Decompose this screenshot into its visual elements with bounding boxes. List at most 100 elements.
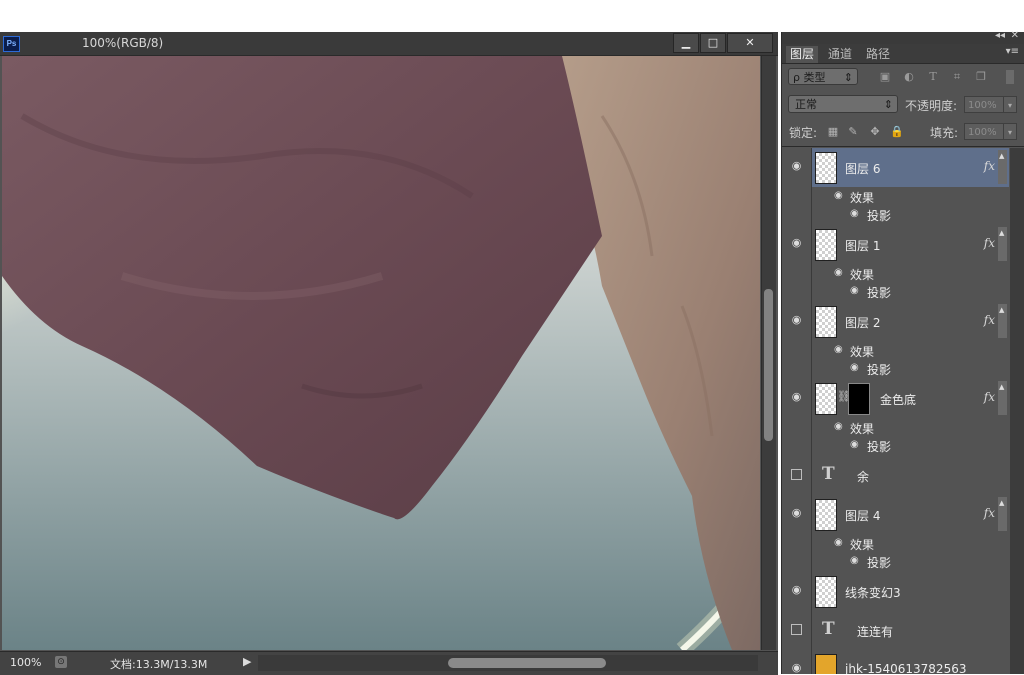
tab-layers[interactable]: 图层 (786, 46, 819, 63)
effects-eye-icon[interactable]: ◉ (834, 421, 843, 432)
effects-label: 效果 (850, 538, 875, 552)
layers-scrollbar[interactable] (1010, 148, 1024, 674)
vertical-scrollbar[interactable] (761, 56, 776, 650)
type-icon[interactable]: T (926, 70, 940, 83)
layer-name[interactable]: 金色底 (880, 391, 916, 408)
status-menu-arrow-icon[interactable]: ▶ (243, 655, 251, 668)
effect-drop-shadow[interactable]: 投影 (867, 554, 891, 571)
fill-dropdown-icon[interactable]: ▾ (1003, 123, 1017, 140)
layer-name[interactable]: 图层 4 (845, 507, 880, 524)
layers-list: ◉ 图层 6 fx ◉ 效果 ◉ 投影 ◉ 图层 1 fx ◉ 效果 ◉ (782, 148, 1009, 674)
filter-toggle-switch[interactable] (1006, 70, 1014, 84)
effects-label: 效果 (850, 422, 875, 436)
fill-input[interactable]: 100% (964, 123, 1004, 140)
filter-kind-select[interactable]: ρ 类型 ⇕ (788, 68, 858, 85)
blend-mode-select[interactable]: 正常 ⇕ (788, 95, 898, 113)
adjustment-icon[interactable]: ◐ (902, 70, 916, 83)
opacity-dropdown-icon[interactable]: ▾ (1003, 96, 1017, 113)
maximize-button[interactable]: □ (700, 33, 726, 53)
lock-transparent-icon[interactable]: ▦ (826, 125, 840, 139)
layer-row-line-variation3[interactable]: ◉ 线条变幻3 (782, 572, 1009, 612)
effects-collapse-icon[interactable] (998, 304, 1007, 338)
effects-collapse-icon[interactable] (998, 227, 1007, 261)
lock-move-icon[interactable]: ✥ (868, 125, 882, 139)
fx-icon[interactable]: fx (984, 390, 995, 404)
fx-icon[interactable]: fx (984, 236, 995, 250)
document-canvas[interactable] (2, 56, 760, 650)
shape-icon[interactable]: ⌗ (950, 70, 964, 83)
select-arrow-icon: ⇕ (883, 98, 893, 111)
layer-thumbnail (815, 306, 837, 338)
layer-thumbnail (815, 383, 837, 415)
effects-eye-icon[interactable]: ◉ (834, 344, 843, 355)
layer-row-jhk[interactable]: ◉ jhk-1540613782563 (782, 650, 1009, 674)
horizontal-scrollbar[interactable] (258, 655, 758, 671)
layer-name[interactable]: 连连有 (857, 623, 893, 640)
effect-drop-shadow[interactable]: 投影 (867, 207, 891, 224)
layer-row-layer4[interactable]: ◉ 图层 4 fx ◉ 效果 ◉ 投影 (782, 495, 1009, 573)
zoom-level[interactable]: 100% (10, 656, 41, 669)
layer-row-text-lianlianyou[interactable]: T 连连有 (782, 611, 1009, 651)
fx-icon[interactable]: fx (984, 313, 995, 327)
layer-row-text-yu[interactable]: T 余 (782, 456, 1009, 496)
lock-all-icon[interactable]: 🔒 (890, 125, 904, 139)
effects-collapse-icon[interactable] (998, 150, 1007, 184)
canvas-artwork (2, 56, 760, 650)
layer-name[interactable]: 余 (857, 468, 869, 485)
close-button[interactable]: ✕ (727, 33, 773, 53)
horizontal-scroll-thumb[interactable] (448, 658, 606, 668)
layer-name[interactable]: 图层 1 (845, 237, 880, 254)
effect-eye-icon[interactable]: ◉ (850, 555, 859, 566)
layer-name[interactable]: 图层 6 (845, 160, 880, 177)
photoshop-logo-icon: Ps (3, 36, 20, 52)
opacity-label: 不透明度: (905, 99, 958, 113)
visibility-toggle-empty[interactable] (791, 624, 802, 635)
visibility-eye-icon[interactable]: ◉ (789, 391, 804, 403)
fx-icon[interactable]: fx (984, 506, 995, 520)
vertical-scroll-thumb[interactable] (764, 289, 773, 441)
effects-eye-icon[interactable]: ◉ (834, 267, 843, 278)
layer-row-gold-base[interactable]: ◉ ⛓ 金色底 fx ◉ 效果 ◉ 投影 (782, 379, 1009, 457)
visibility-eye-icon[interactable]: ◉ (789, 584, 804, 596)
layer-thumbnail (815, 654, 837, 674)
effect-eye-icon[interactable]: ◉ (850, 208, 859, 219)
visibility-eye-icon[interactable]: ◉ (789, 314, 804, 326)
layer-row-layer6[interactable]: ◉ 图层 6 fx ◉ 效果 ◉ 投影 (782, 148, 1009, 226)
visibility-toggle-empty[interactable] (791, 469, 802, 480)
layer-mask-thumbnail[interactable] (848, 383, 870, 415)
doc-size: 文档:13.3M/13.3M (110, 658, 208, 671)
collapse-panel-icon[interactable]: ◂◂ (995, 30, 1005, 41)
tab-channels[interactable]: 通道 (824, 46, 856, 63)
layer-row-layer1[interactable]: ◉ 图层 1 fx ◉ 效果 ◉ 投影 (782, 225, 1009, 303)
status-info-icon[interactable]: ⊙ (55, 656, 67, 668)
effects-collapse-icon[interactable] (998, 381, 1007, 415)
image-icon[interactable]: ▣ (878, 70, 892, 83)
effects-eye-icon[interactable]: ◉ (834, 537, 843, 548)
opacity-input[interactable]: 100% (964, 96, 1004, 113)
visibility-eye-icon[interactable]: ◉ (789, 507, 804, 519)
minimize-button[interactable]: ▁ (673, 33, 699, 53)
visibility-eye-icon[interactable]: ◉ (789, 237, 804, 249)
effect-eye-icon[interactable]: ◉ (850, 362, 859, 373)
smart-object-icon[interactable]: ❐ (974, 70, 988, 83)
visibility-eye-icon[interactable]: ◉ (789, 662, 804, 674)
close-panel-icon[interactable]: ✕ (1011, 30, 1019, 41)
effect-eye-icon[interactable]: ◉ (850, 439, 859, 450)
lock-brush-icon[interactable]: ✎ (846, 125, 860, 139)
effect-drop-shadow[interactable]: 投影 (867, 361, 891, 378)
effects-collapse-icon[interactable] (998, 497, 1007, 531)
effects-eye-icon[interactable]: ◉ (834, 190, 843, 201)
layer-thumbnail (815, 499, 837, 531)
effect-drop-shadow[interactable]: 投影 (867, 438, 891, 455)
tab-paths[interactable]: 路径 (862, 46, 894, 63)
effect-drop-shadow[interactable]: 投影 (867, 284, 891, 301)
layer-name[interactable]: jhk-1540613782563 (845, 662, 966, 674)
layer-row-layer2[interactable]: ◉ 图层 2 fx ◉ 效果 ◉ 投影 (782, 302, 1009, 380)
panel-menu-icon[interactable]: ▾≡ (1006, 46, 1019, 57)
fx-icon[interactable]: fx (984, 159, 995, 173)
effect-eye-icon[interactable]: ◉ (850, 285, 859, 296)
layer-name[interactable]: 线条变幻3 (845, 584, 901, 601)
document-titlebar[interactable]: Ps 100%(RGB/8) ▁ □ ✕ (0, 32, 778, 56)
visibility-eye-icon[interactable]: ◉ (789, 160, 804, 172)
layer-name[interactable]: 图层 2 (845, 314, 880, 331)
